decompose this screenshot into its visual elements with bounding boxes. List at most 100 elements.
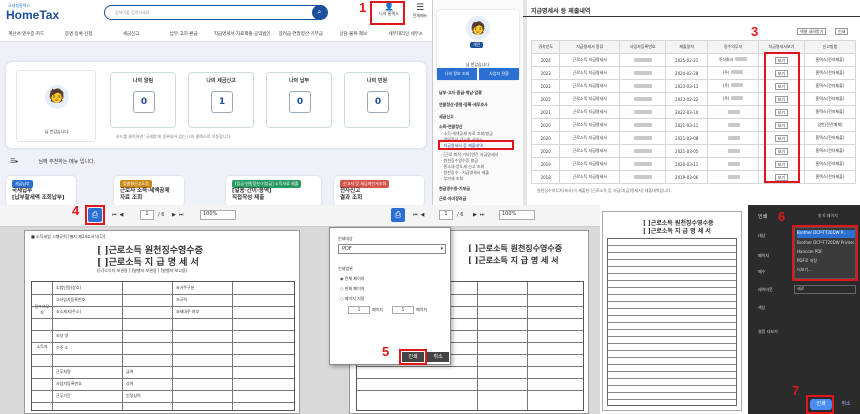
range-custom-option[interactable]: ○ 페이지 지정 (340, 296, 364, 302)
page-number-input[interactable]: 1 (439, 210, 453, 220)
service-card[interactable]: 맞춤형신고도움 근로자 소득·세액공제 자료 조회 (114, 176, 184, 205)
range-all-option[interactable]: ◉ 전체 페이지 (340, 276, 364, 282)
bizno-cell (619, 131, 667, 145)
tile-alerts[interactable]: 나의 알림 0 (110, 72, 176, 128)
agent-cell (707, 157, 759, 171)
tile-tax-return[interactable]: 나의 세금신고 1 (188, 72, 254, 128)
menu-group[interactable]: 소득·연말정산 (439, 124, 463, 130)
menu-group[interactable]: 근로·자녀장려금 (439, 196, 466, 202)
redacted-value (728, 148, 741, 153)
income-label: 상여 (126, 381, 134, 386)
column-header: 징수의무자 (707, 40, 759, 54)
method-cell: 홈택스(전자제출) (803, 131, 857, 145)
menu-group[interactable]: 현금영수증·기부금 (439, 186, 470, 192)
range-current-option[interactable]: ○ 현재 페이지 (340, 286, 364, 292)
page-from-input[interactable]: 1 (348, 306, 370, 314)
redacted-value (728, 174, 741, 179)
nav-item[interactable]: 장려금·연말정산·기부금 (275, 26, 327, 41)
page-to-input[interactable]: 5 (392, 306, 414, 314)
chrome-cancel-button[interactable]: 취소 (836, 399, 856, 410)
excel-download-button[interactable]: 엑셀 내려받기 (797, 28, 827, 35)
tile-payment[interactable]: 나의 납부 0 (266, 72, 332, 128)
method-cell: 홈택스(전자제출) (803, 157, 857, 171)
nav-item[interactable]: 계산서·영수증·카드 (0, 26, 52, 41)
search-bar[interactable]: 검색어를 입력하세요 ⌕ (104, 5, 328, 20)
redacted-value (633, 83, 652, 88)
my-info-tab[interactable]: 나의 정보 조회 (437, 68, 477, 80)
search-icon[interactable]: ⌕ (312, 5, 327, 20)
service-card[interactable]: 세금납부 국세납부 [납부할세액 조회납부] (6, 176, 76, 205)
page-nav-icons-next[interactable]: ▶⏭ (473, 212, 487, 218)
menu-group[interactable]: 연말정산·증명·등록·세무조사 (439, 102, 488, 108)
highlight-box-7 (806, 395, 834, 414)
method-cell: 홈택스(전자제출) (803, 170, 857, 184)
zoom-select[interactable]: 100% (200, 210, 236, 220)
bizno-cell (619, 170, 667, 184)
nav-item[interactable]: 납부·고지·환급 (157, 26, 209, 41)
dialog-cancel-button[interactable]: 취소 (427, 352, 449, 362)
more-settings[interactable]: 설정 더보기 (758, 329, 778, 335)
submenu-item[interactable]: · 부가세 조회 (441, 176, 463, 182)
print-dialog: 인쇄대상 PDF ▾ 인쇄범위 ◉ 전체 페이지 ○ 현재 페이지 ○ 페이지 … (329, 227, 451, 365)
nav-item[interactable]: 증명·등록·신청 (52, 26, 104, 41)
kind-cell: 근로소득 지급명세서 (559, 66, 621, 80)
redacted-value (633, 161, 652, 166)
chrome-print-panel: 인쇄 총 6 페이지 대상 Brother DCP-T720DW P... Br… (748, 205, 860, 414)
service-tag: 신고서 및 세금계산서조회 (340, 180, 390, 188)
agent-cell (707, 131, 759, 145)
agent-cell (707, 118, 759, 132)
redacted-value (728, 135, 741, 140)
tile-complaint[interactable]: 나의 민원 0 (344, 72, 410, 128)
menu-group[interactable]: 세금신고 (439, 114, 454, 120)
form-title-2: [ ]근로소득 지 급 명 세 서 (468, 255, 559, 265)
income-label: 인정상여 (126, 393, 141, 398)
highlight-box-6 (792, 225, 858, 281)
document-page: ■ 소득세법 시행규칙 [별지 제24호서식(1)] [ ]근로소득 원천징수영… (24, 230, 300, 414)
tile-value: 0 (133, 91, 155, 113)
print-icon[interactable]: ⎙ (391, 208, 405, 222)
table-row: 2018 근로소득 지급명세서 2019-03-06 보기 홈택스(전자제출) (530, 170, 857, 184)
agent-cell: 주식회사 (707, 53, 759, 67)
print-target-select[interactable]: PDF ▾ (338, 244, 446, 254)
column-header: 사업자등록번호 (619, 40, 667, 54)
page-nav-icons[interactable]: ⏮◀ (112, 212, 126, 218)
nav-item[interactable]: 상담·불복·제보 (327, 26, 379, 41)
hometax-logo[interactable]: HomeTax (6, 8, 59, 22)
all-menu-button[interactable]: ☰ 전체메뉴 (410, 3, 430, 19)
table-row: 2021 근로소득 지급명세서 2022-03-10 보기 홈택스(전자제출) (530, 105, 857, 119)
date-cell: 2020-03-11 (665, 157, 709, 171)
redacted-value (633, 174, 652, 179)
service-card[interactable]: [입금·연말정산·기부금] 소득자료 제출 [일용·간이·용역] 직접작성 제출 (226, 176, 321, 205)
page-nav-icons[interactable]: ⏮◀ (413, 212, 427, 218)
form-row-label: ①법인명(상호) (56, 285, 82, 290)
page-title: 지급명세서 등 제출내역 (531, 8, 591, 15)
layout-select[interactable]: 세로 (794, 285, 856, 294)
avatar: 🧑 (466, 16, 490, 40)
nav-item[interactable]: 세무대리인 세무소 (380, 26, 432, 41)
menu-group[interactable]: 납부·고지·환급·체납·압류 (439, 90, 482, 96)
nav-item[interactable]: 지급명세서·자료제출·공익법인 (210, 26, 275, 41)
search-input[interactable]: 검색어를 입력하세요 (115, 10, 149, 16)
zoom-select[interactable]: 100% (499, 210, 535, 220)
income-label: 근무처명 (56, 369, 71, 374)
page-number-input[interactable]: 1 (140, 210, 154, 220)
page-nav-icons-next[interactable]: ▶⏭ (172, 212, 186, 218)
business-switch-tab[interactable]: 사업자 전환 (479, 68, 519, 80)
service-card[interactable]: 신고서 및 세금계산서조회 전자신고 결과 조회 (334, 176, 424, 205)
form-row-label: ⑨국적 (176, 297, 187, 302)
chevron-down-icon: ▾ (440, 246, 443, 252)
step-5-marker: 5 (382, 344, 390, 359)
form-title-2: [ ]근로소득 지 급 명 세 서 (97, 258, 199, 268)
bizno-cell (619, 118, 667, 132)
print-button[interactable]: 인쇄 (835, 28, 849, 35)
column-header: 귀속년도 (530, 40, 561, 54)
pdf-viewer-1: ⎙ 4 ⏮◀ 1 / 6 ▶⏭ 100% ■ 소득세법 시행규칙 [별지 제24… (0, 205, 325, 414)
notice-text: 카드를 클릭하면 '국세청'에 등록되어 있는 나의 홈택스로 이동합니다. (116, 134, 232, 139)
year-cell: 2023 (530, 66, 561, 80)
row-group-label: 소득자 (36, 344, 48, 349)
recommend-icon: ☰▸ (10, 158, 19, 165)
form-row-label: ⑧거주구분 (176, 285, 195, 290)
scrollbar[interactable] (523, 0, 527, 205)
highlight-box-1 (370, 1, 405, 25)
nav-item[interactable]: 세금신고 (105, 26, 157, 41)
